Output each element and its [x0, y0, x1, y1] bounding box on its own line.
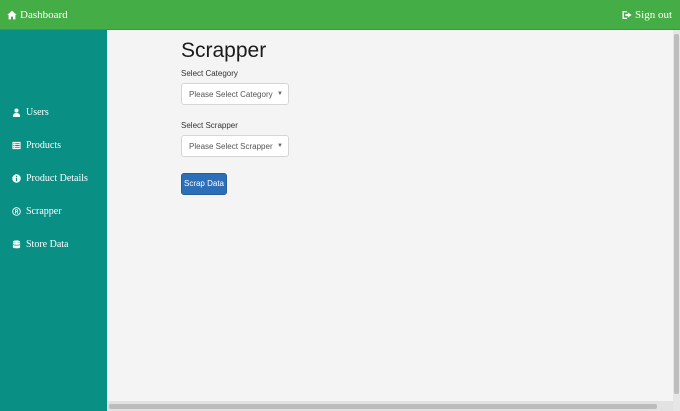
sidebar-item-label: Store Data	[26, 239, 69, 250]
scrapper-form: Scrapper Select Category Please Select C…	[181, 38, 441, 195]
user-icon	[12, 108, 21, 117]
dashboard-label: Dashboard	[20, 8, 68, 21]
sidebar-item-label: Scrapper	[26, 206, 62, 217]
dashboard-link[interactable]: Dashboard	[7, 9, 68, 21]
sidebar-item-users[interactable]: Users	[0, 96, 107, 129]
sign-out-label: Sign out	[635, 8, 672, 21]
scrapper-select[interactable]: Please Select Scrapper ▼	[181, 135, 289, 157]
category-select[interactable]: Please Select Category ▼	[181, 83, 289, 105]
list-icon	[12, 141, 21, 150]
sidebar-item-label: Users	[26, 107, 49, 118]
horizontal-scrollbar-thumb[interactable]	[109, 404, 657, 409]
sidebar-item-label: Products	[26, 140, 61, 151]
category-selected-value: Please Select Category	[189, 89, 273, 99]
home-icon	[7, 10, 17, 19]
database-icon	[12, 240, 21, 249]
sidebar: Users Products Product Details Scrapper …	[0, 30, 107, 411]
top-navbar: Dashboard Sign out	[0, 0, 680, 30]
sign-out-icon	[622, 10, 632, 19]
category-label: Select Category	[181, 69, 238, 78]
sign-out-link[interactable]: Sign out	[622, 9, 672, 21]
scrapper-label: Select Scrapper	[181, 121, 238, 130]
chevron-down-icon: ▼	[277, 143, 283, 149]
vertical-scrollbar-thumb[interactable]	[674, 34, 679, 394]
registered-icon	[12, 207, 21, 216]
vertical-scrollbar[interactable]	[673, 30, 680, 411]
sidebar-item-store-data[interactable]: Store Data	[0, 228, 107, 261]
info-circle-icon	[12, 174, 21, 183]
page-title: Scrapper	[181, 39, 267, 62]
sidebar-item-label: Product Details	[26, 173, 88, 184]
scrapper-selected-value: Please Select Scrapper	[189, 141, 273, 151]
sidebar-item-scrapper[interactable]: Scrapper	[0, 195, 107, 228]
chevron-down-icon: ▼	[277, 91, 283, 97]
sidebar-item-product-details[interactable]: Product Details	[0, 162, 107, 195]
horizontal-scrollbar[interactable]	[107, 401, 673, 411]
scrap-data-button[interactable]: Scrap Data	[181, 173, 227, 195]
main-content: Scrapper Select Category Please Select C…	[107, 30, 673, 401]
sidebar-item-products[interactable]: Products	[0, 129, 107, 162]
